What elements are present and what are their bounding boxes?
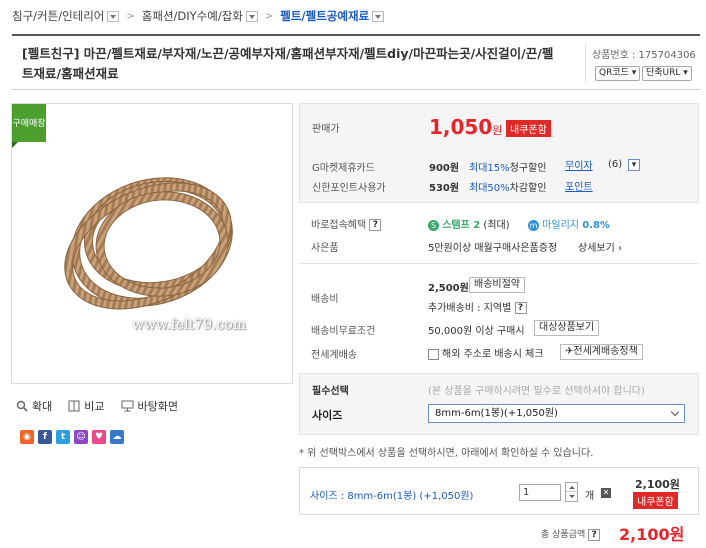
compare-button[interactable]: 비교	[68, 398, 105, 414]
breadcrumb-item-homefashion[interactable]: 홈패션/DIY수예/잡화 >	[142, 8, 280, 24]
help-icon[interactable]: ?	[588, 528, 601, 541]
shipping-fee: 2,500원	[428, 283, 469, 294]
purchase-store-badge: 구매매장	[12, 104, 46, 148]
extra-shipping: 추가배송비 : 지역별 ?	[428, 299, 527, 314]
quantity-input[interactable]: 1	[519, 484, 561, 501]
product-title-box: [펠트친구] 마끈/펠트재료/부자재/노끈/공예부자재/홈패션부자재/펠트diy…	[12, 34, 700, 90]
product-title: [펠트친구] 마끈/펠트재료/부자재/노끈/공예부자재/홈패션부자재/펠트diy…	[22, 46, 554, 81]
compare-icon	[68, 400, 80, 412]
mileage-icon: m	[528, 219, 539, 231]
chevron-right-icon: >	[126, 10, 135, 22]
card-amount: 900원	[429, 163, 460, 174]
target-products-button[interactable]: 대상상품보기	[534, 320, 600, 336]
global-shipping-option[interactable]: 해외 주소로 배송시 체크	[428, 345, 544, 360]
increase-icon[interactable]	[566, 483, 577, 492]
selection-note: * 위 선택박스에서 상품을 선택하시면, 아래에서 확인하실 수 있습니다.	[299, 448, 594, 459]
image-watermark: www.felt79.com	[132, 317, 247, 333]
point-amount: 530원	[429, 183, 460, 194]
chevron-down-icon[interactable]	[245, 10, 258, 22]
price-label: 판매가	[312, 124, 340, 135]
overseas-checkbox[interactable]	[428, 348, 439, 360]
stamp-benefit: S 스탬프 2 (최대)	[428, 216, 510, 231]
share-cyworld-icon[interactable]: ◉	[20, 430, 34, 444]
benefit-label: 바로접속혜택 ?	[311, 216, 382, 231]
share-yozm-icon[interactable]: ☁	[110, 430, 124, 444]
my-coupon-button[interactable]: 내쿠폰함	[506, 120, 551, 137]
stamp-icon: S	[428, 219, 439, 231]
quantity-stepper[interactable]	[565, 482, 578, 502]
global-shipping-label: 전세계배송	[311, 350, 357, 361]
point-link[interactable]: 포인트	[565, 178, 593, 193]
help-icon[interactable]: ?	[369, 219, 382, 231]
divider	[585, 44, 586, 82]
share-twitter-icon[interactable]: t	[56, 430, 70, 444]
point-rate: 최대50%차감할인	[469, 183, 547, 194]
breadcrumb-item-felt[interactable]: 펠트/펠트공예재료	[280, 8, 385, 24]
selected-price: 2,100원	[635, 478, 680, 491]
selected-item-box: 사이즈 : 8mm-6m(1봉) (+1,050원) 1 개 ✕ 2,100원 …	[299, 467, 699, 515]
chevron-right-icon: >	[264, 10, 274, 22]
required-label: 필수선택	[312, 386, 349, 397]
social-share: ◉ f t ☺ ♥ ☁	[20, 430, 128, 444]
gift-text: 5만원이상 매월구매사은품증정	[428, 243, 558, 254]
magnifier-icon	[16, 400, 28, 412]
selected-coupon-button[interactable]: 내쿠폰함	[633, 492, 678, 509]
size-select[interactable]: 8mm-6m(1봉)(+1,050원)	[428, 404, 685, 423]
interest-free-count: (6)	[608, 159, 623, 170]
help-icon[interactable]: ?	[514, 302, 527, 314]
global-shipping-policy-button[interactable]: ✈전세계배송정책	[560, 344, 643, 360]
required-options: 필수선택 (본 상품을 구매하시려면 필수로 선택하셔야 합니다) 사이즈 8m…	[299, 373, 699, 435]
quantity-unit: 개	[585, 491, 595, 502]
remove-icon[interactable]: ✕	[601, 488, 611, 498]
decrease-icon[interactable]	[566, 492, 577, 501]
zoom-button[interactable]: 확대	[16, 398, 52, 414]
required-note: (본 상품을 구매하시려면 필수로 선택하셔야 합니다)	[428, 386, 645, 397]
breadcrumb: 침구/커튼/인테리어 > 홈패션/DIY수예/잡화 > 펠트/펠트공예재료	[12, 8, 385, 24]
divider	[299, 263, 699, 264]
monitor-icon	[121, 400, 133, 412]
sale-price: 1,050원	[429, 115, 503, 139]
chevron-down-icon[interactable]	[372, 10, 385, 22]
free-shipping-label: 배송비무료조건	[311, 326, 376, 337]
share-mypeople-icon[interactable]: ☺	[74, 430, 88, 444]
rope-image	[64, 177, 233, 310]
image-tools: 확대 비교 바탕화면	[16, 398, 194, 414]
price-section: 판매가 1,050원 내쿠폰함 G마켓제휴카드 900원 최대15%청구할인 무…	[299, 103, 699, 203]
card-rate: 최대15%청구할인	[469, 163, 547, 174]
point-label: 신한포인트사용가	[312, 183, 386, 194]
gift-detail-link[interactable]: 상세보기 ›	[578, 239, 622, 254]
breadcrumb-item-interior[interactable]: 침구/커튼/인테리어 >	[12, 8, 142, 24]
mileage-benefit: m 마일리지 0.8%	[528, 219, 610, 231]
card-label: G마켓제휴카드	[312, 163, 375, 174]
shipping-save-button[interactable]: 배송비절약	[469, 277, 525, 293]
short-url-button[interactable]: 단축URL ▾	[642, 66, 692, 81]
chevron-down-icon[interactable]	[107, 10, 120, 22]
share-facebook-icon[interactable]: f	[38, 430, 52, 444]
selected-option: 사이즈 : 8mm-6m(1봉) (+1,050원)	[310, 491, 474, 502]
interest-free-link[interactable]: 무이자	[565, 157, 593, 172]
total-label: 총 상품금액 ?	[541, 527, 601, 541]
chevron-down-icon[interactable]: ▾	[628, 159, 640, 171]
share-me2day-icon[interactable]: ♥	[92, 430, 106, 444]
product-number: 상품번호 : 175704306	[592, 50, 696, 61]
shipping-label: 배송비	[311, 294, 339, 305]
size-label: 사이즈	[312, 409, 343, 422]
desktop-shortcut-button[interactable]: 바탕화면	[121, 398, 178, 414]
product-image[interactable]: 구매매장 www.felt79.com	[11, 103, 293, 384]
gift-label: 사은품	[311, 243, 339, 254]
free-shipping-text: 50,000원 이상 구매시	[428, 326, 525, 337]
qr-code-button[interactable]: QR코드 ▾	[595, 66, 641, 81]
total-price: 2,100원	[619, 525, 685, 544]
